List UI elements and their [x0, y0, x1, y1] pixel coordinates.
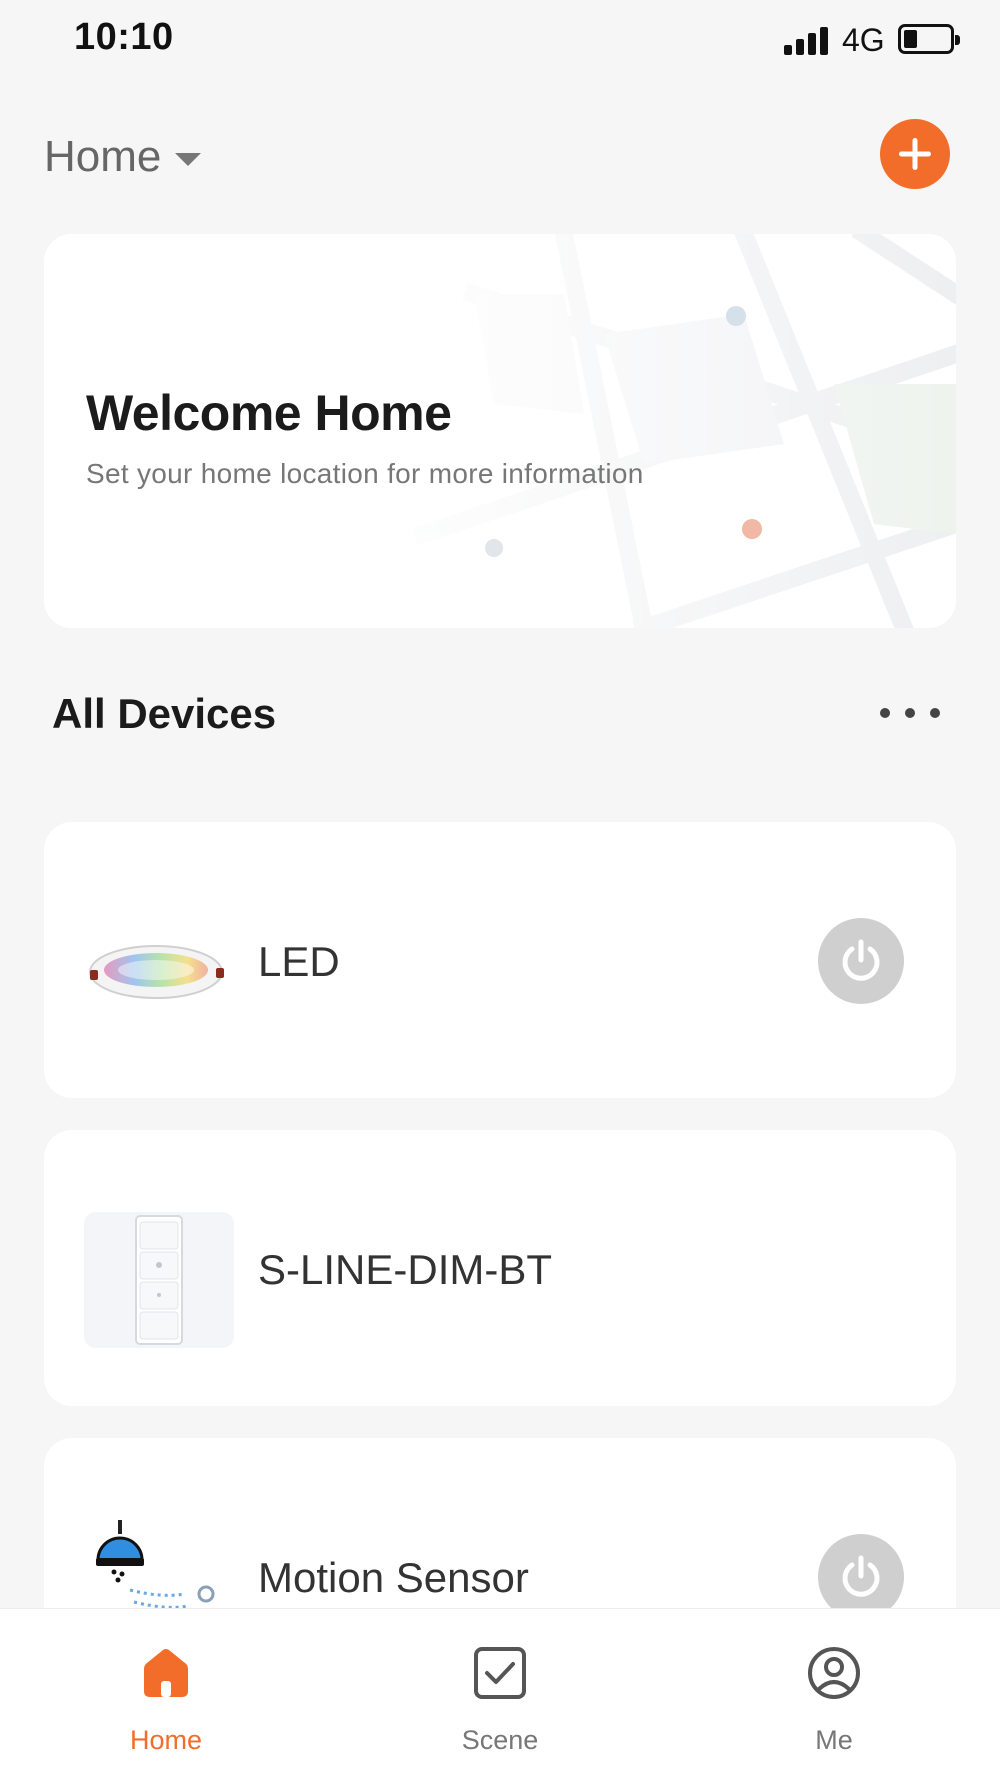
power-toggle-button[interactable] [818, 918, 904, 1004]
profile-icon [806, 1645, 862, 1701]
device-image-motion-sensor [84, 1520, 234, 1608]
dimmer-switch-image [135, 1215, 183, 1345]
power-toggle-button[interactable] [818, 1534, 904, 1608]
motion-sensor-image [96, 1520, 215, 1608]
tab-home[interactable]: Home [66, 1609, 266, 1778]
led-panel-image [89, 945, 224, 999]
tab-label: Scene [461, 1725, 539, 1755]
device-card-motion-sensor[interactable]: Motion Sensor [44, 1438, 956, 1608]
device-card-led[interactable]: LED [44, 822, 956, 1098]
device-name: S-LINE-DIM-BT [258, 1246, 552, 1293]
tab-scene[interactable]: Scene [400, 1609, 600, 1778]
power-icon [842, 1555, 880, 1597]
device-name: Motion Sensor [258, 1554, 529, 1601]
home-icon [138, 1645, 194, 1701]
tab-bar: Home Scene Me [0, 1608, 1000, 1778]
tab-label: Home [129, 1725, 203, 1755]
tab-me[interactable]: Me [734, 1609, 934, 1778]
device-image-dimmer-switch [84, 1212, 234, 1348]
tab-label: Me [815, 1725, 853, 1755]
device-name: LED [258, 938, 340, 985]
scene-checkbox-icon [472, 1645, 528, 1701]
device-card-s-line-dim-bt[interactable]: S-LINE-DIM-BT [44, 1130, 956, 1406]
app-root: 10:10 4G Home Welcome Home Set your home… [0, 0, 1000, 1778]
device-image-led [84, 904, 234, 1040]
device-list: LED S-LINE-DIM-BT Motion Sensor [0, 0, 1000, 1608]
power-icon [842, 939, 880, 981]
